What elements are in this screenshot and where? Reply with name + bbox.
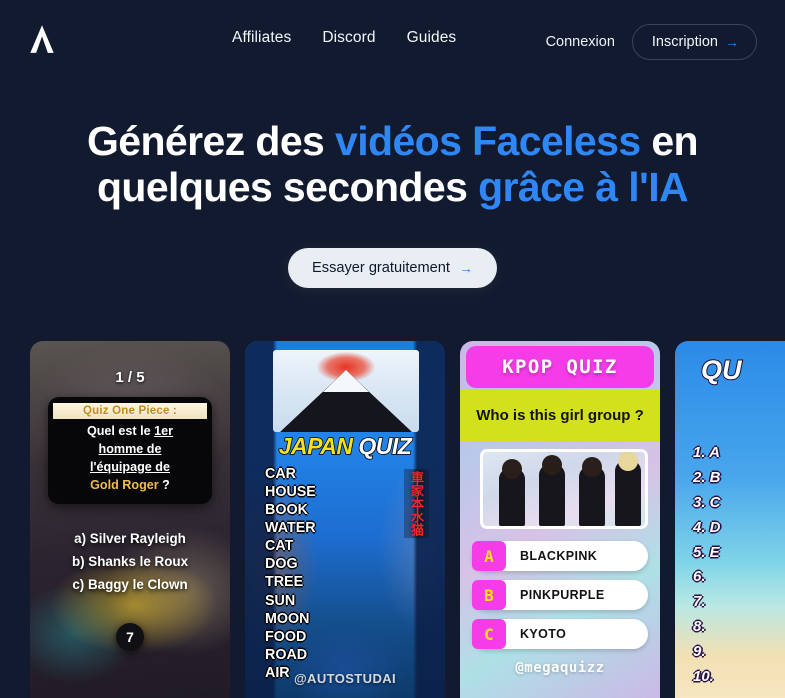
japan-quiz-title: JAPAN QUIZ	[245, 432, 445, 460]
nav-actions: Connexion Inscription →	[546, 24, 757, 60]
word-item: CAR	[265, 466, 296, 482]
quiz-counter: 1 / 5	[115, 369, 145, 386]
answer-option-c: c) Baggy le Clown	[72, 577, 188, 593]
answer-option-a: a) Silver Rayleigh	[74, 531, 186, 546]
countdown-timer-badge: 7	[116, 623, 144, 651]
card-quiz-partial[interactable]: QU 1. A 2. B 3. C 4. D 5. E 6. 7. 8. 9. …	[675, 341, 785, 698]
kpop-question: Who is this girl group ?	[476, 406, 644, 424]
hero-section: Générez des vidéos Faceless en quelques …	[0, 118, 785, 211]
kpop-option-b[interactable]: B PINKPURPLE	[472, 580, 648, 610]
login-link[interactable]: Connexion	[546, 34, 615, 50]
hair-shape	[502, 459, 522, 479]
logo-a-glyph	[30, 25, 54, 53]
list-item: 5. E	[693, 543, 720, 561]
list-item: 1. A	[693, 444, 720, 461]
headline-part-3: quelques secondes	[96, 164, 479, 211]
signup-button[interactable]: Inscription →	[631, 24, 757, 60]
list-item: 2. B	[693, 468, 721, 486]
question-underline-2: homme de	[98, 441, 162, 456]
option-text: BLACKPINK	[520, 549, 598, 563]
hair-shape	[542, 455, 562, 475]
quiz-answers: a) Silver Rayleigh b) Shanks le Roux c) …	[30, 527, 230, 596]
kpop-header: KPOP QUIZ	[466, 346, 654, 388]
word-item: SUN	[265, 592, 296, 609]
nav-link-guides[interactable]: Guides	[407, 29, 457, 47]
kpop-option-a[interactable]: A BLACKPINK	[472, 541, 648, 571]
title-quiz: QUIZ	[358, 432, 413, 460]
partial-numbered-list: 1. A 2. B 3. C 4. D 5. E 6. 7. 8. 9. 10.	[693, 441, 721, 690]
mount-fuji-image	[273, 350, 419, 432]
watermark: @AUTOSTUDAI	[293, 671, 397, 686]
card-one-piece[interactable]: 1 / 5 Quiz One Piece : Quel est le 1er h…	[30, 341, 230, 698]
girl-group-photo	[480, 449, 648, 529]
arrow-right-icon: →	[725, 34, 739, 50]
list-item: 9.	[693, 643, 706, 661]
word-item: MOON	[265, 610, 310, 627]
title-japan: JAPAN	[278, 432, 359, 460]
watermark: @megaquizz	[515, 660, 605, 676]
question-underline-1: 1er	[154, 424, 174, 438]
try-free-button[interactable]: Essayer gratuitement →	[288, 248, 497, 288]
headline-part-1: Générez des	[86, 118, 336, 164]
arrow-right-icon: →	[458, 260, 473, 276]
list-item: 7.	[693, 593, 706, 611]
word-item: TREE	[265, 574, 304, 591]
nav-link-discord[interactable]: Discord	[322, 29, 375, 47]
word-item: ROAD	[265, 646, 308, 663]
question-tail: ?	[158, 477, 170, 492]
hair-shape	[582, 457, 602, 477]
headline-highlight-1: vidéos Faceless	[335, 118, 641, 164]
signup-label: Inscription	[651, 34, 718, 50]
word-list: CAR HOUSE BOOK WATER CAT DOG TREE SUN MO…	[265, 465, 316, 682]
person-silhouette	[539, 455, 565, 526]
partial-quiz-title: QU	[700, 354, 742, 386]
landing-page: Affiliates Discord Guides Connexion Insc…	[0, 0, 785, 698]
question-text-1: Quel est le	[86, 424, 155, 438]
list-item: 4. D	[693, 518, 721, 536]
option-letter: A	[472, 541, 506, 571]
card-japan-quiz[interactable]: JAPAN QUIZ CAR HOUSE BOOK WATER CAT DOG …	[245, 341, 445, 698]
kpop-options: A BLACKPINK B PINKPURPLE C KYOTO	[472, 541, 648, 658]
option-letter: B	[472, 580, 506, 610]
cta-container: Essayer gratuitement →	[0, 248, 785, 288]
showcase-carousel[interactable]: 1 / 5 Quiz One Piece : Quel est le 1er h…	[0, 341, 785, 698]
person-silhouette	[615, 452, 641, 526]
word-item: DOG	[265, 556, 298, 573]
kpop-question-band: Who is this girl group ?	[460, 390, 660, 442]
quiz-banner: Quiz One Piece :	[53, 403, 207, 419]
cta-label: Essayer gratuitement	[312, 260, 450, 276]
card-kpop-quiz[interactable]: KPOP QUIZ Who is this girl group ? A BLA…	[460, 341, 660, 698]
quiz-question-box: Quiz One Piece : Quel est le 1er homme d…	[48, 397, 212, 504]
person-silhouette	[499, 459, 525, 526]
list-item: 10.	[693, 668, 714, 686]
word-item: CAT	[265, 538, 294, 555]
word-item: HOUSE	[265, 484, 316, 501]
nav-links: Affiliates Discord Guides	[232, 29, 456, 47]
list-item: 6.	[693, 568, 706, 586]
word-item: WATER	[265, 520, 316, 537]
logo-a-icon[interactable]	[22, 17, 62, 61]
list-item: 3. C	[693, 493, 721, 511]
nav-link-affiliates[interactable]: Affiliates	[232, 29, 291, 47]
list-item: 8.	[693, 618, 706, 636]
page-title: Générez des vidéos Faceless en quelques …	[0, 118, 785, 211]
hair-shape	[618, 452, 638, 471]
question-underline-3: l'équipage de	[90, 459, 170, 474]
option-text: KYOTO	[520, 627, 567, 641]
top-navigation: Affiliates Discord Guides Connexion Insc…	[0, 0, 785, 80]
kpop-option-c[interactable]: C KYOTO	[472, 619, 648, 649]
word-item: FOOD	[265, 628, 307, 645]
headline-highlight-2: grâce à l'IA	[478, 164, 689, 211]
question-gold-text: Gold Roger	[90, 477, 159, 492]
option-letter: C	[472, 619, 506, 649]
person-silhouette	[579, 457, 605, 526]
snow-cap-shape	[323, 370, 369, 392]
answer-option-b: b) Shanks le Roux	[71, 554, 189, 570]
kanji-column: 車家本水猫	[403, 469, 429, 538]
headline-part-2: en	[640, 118, 698, 164]
word-item: BOOK	[265, 502, 308, 519]
option-text: PINKPURPLE	[520, 588, 605, 602]
kpop-header-label: KPOP QUIZ	[502, 356, 618, 378]
quiz-question: Quel est le 1er homme de l'équipage de G…	[53, 423, 207, 495]
